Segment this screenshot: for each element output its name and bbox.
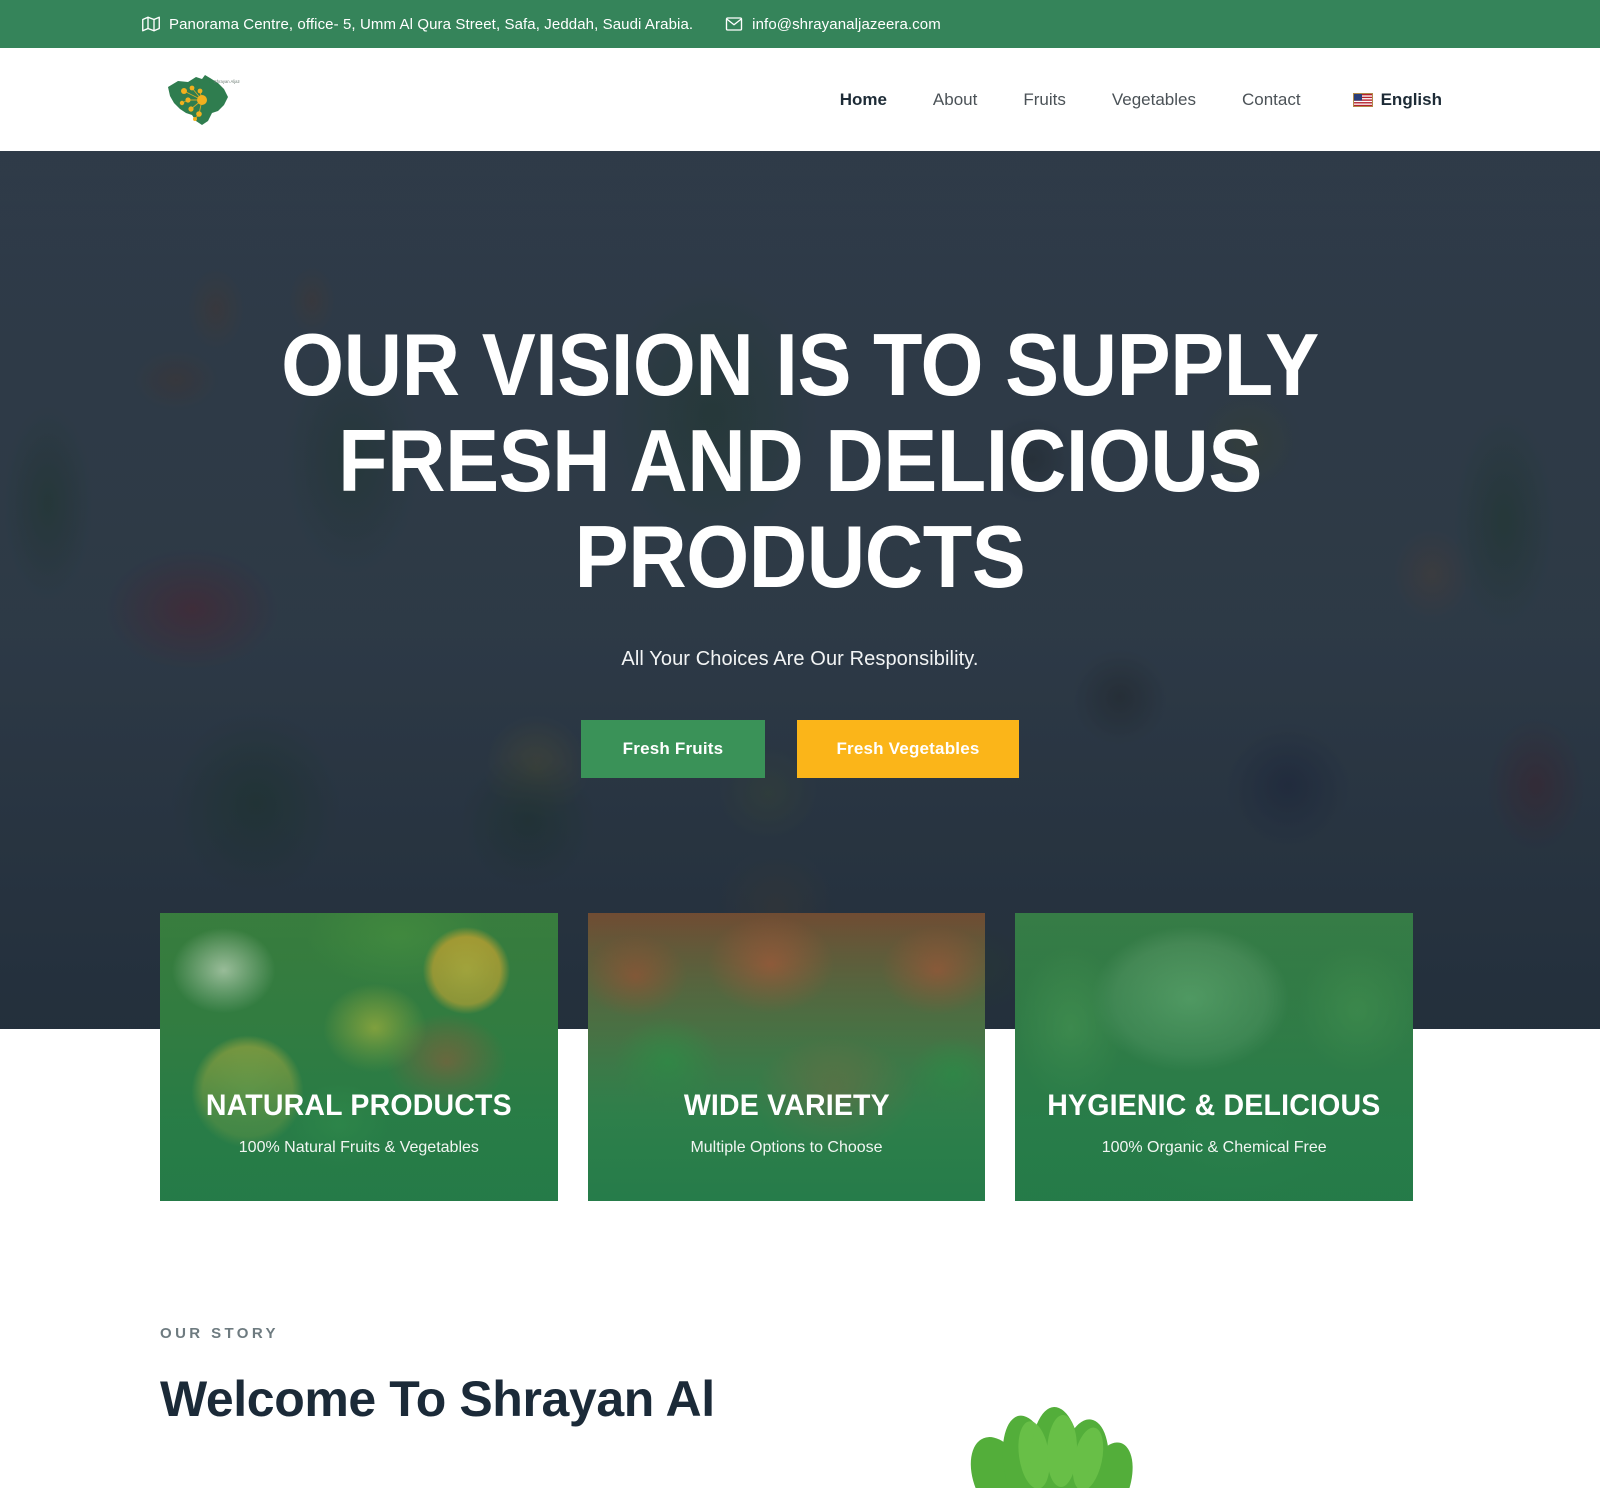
- svg-text:Shrayan Aljazeera: Shrayan Aljazeera: [214, 79, 240, 84]
- site-logo[interactable]: Shrayan Aljazeera: [158, 69, 240, 131]
- nav-item-about[interactable]: About: [933, 90, 977, 110]
- story-eyebrow: OUR STORY: [160, 1325, 279, 1342]
- hero-subtitle: All Your Choices Are Our Responsibility.: [621, 648, 979, 670]
- feature-card-hygienic-delicious[interactable]: HYGIENIC & DELICIOUS 100% Organic & Chem…: [1015, 913, 1414, 1201]
- hero-section: OUR VISION IS TO SUPPLY FRESH AND DELICI…: [0, 151, 1600, 1032]
- feature-card-subtitle: Multiple Options to Choose: [690, 1139, 883, 1156]
- map-icon: [142, 15, 160, 33]
- top-utility-bar: Panorama Centre, office- 5, Umm Al Qura …: [0, 0, 1600, 48]
- email-item[interactable]: info@shrayanaljazeera.com: [725, 15, 941, 33]
- nav-item-home[interactable]: Home: [840, 90, 887, 110]
- nav-item-vegetables[interactable]: Vegetables: [1112, 90, 1196, 110]
- email-text: info@shrayanaljazeera.com: [752, 15, 941, 33]
- site-header: Shrayan Aljazeera Home About Fruits Vege…: [0, 48, 1600, 151]
- envelope-icon: [725, 15, 743, 33]
- card-green-tint: [160, 913, 558, 1201]
- fresh-vegetables-button[interactable]: Fresh Vegetables: [797, 720, 1019, 778]
- language-selector[interactable]: English: [1352, 89, 1442, 110]
- hero-cta-group: Fresh Fruits Fresh Vegetables: [220, 720, 1380, 778]
- leafy-greens-photo: [930, 1359, 1230, 1488]
- feature-card-title: NATURAL PRODUCTS: [205, 1089, 512, 1122]
- story-title: Welcome To Shrayan Al: [160, 1371, 715, 1427]
- fresh-fruits-button[interactable]: Fresh Fruits: [581, 720, 765, 778]
- nav-item-fruits[interactable]: Fruits: [1023, 90, 1066, 110]
- feature-card-title: HYGIENIC & DELICIOUS: [1047, 1089, 1381, 1122]
- feature-card-subtitle: 100% Organic & Chemical Free: [1101, 1139, 1327, 1156]
- feature-card-natural-products[interactable]: NATURAL PRODUCTS 100% Natural Fruits & V…: [160, 913, 558, 1201]
- feature-cards: NATURAL PRODUCTS 100% Natural Fruits & V…: [160, 913, 1414, 1201]
- us-flag-icon: [1352, 92, 1373, 107]
- main-navigation: Home About Fruits Vegetables Contact Eng…: [840, 90, 1442, 110]
- hero-title: OUR VISION IS TO SUPPLY FRESH AND DELICI…: [281, 315, 1319, 606]
- feature-card-subtitle: 100% Natural Fruits & Vegetables: [238, 1139, 479, 1156]
- feature-card-wide-variety[interactable]: WIDE VARIETY Multiple Options to Choose: [587, 913, 986, 1201]
- address-item: Panorama Centre, office- 5, Umm Al Qura …: [142, 15, 693, 33]
- language-label: English: [1380, 89, 1442, 109]
- address-text: Panorama Centre, office- 5, Umm Al Qura …: [169, 15, 694, 33]
- card-green-tint: [1015, 913, 1414, 1201]
- feature-card-title: WIDE VARIETY: [683, 1089, 890, 1122]
- nav-item-contact[interactable]: Contact: [1242, 90, 1301, 110]
- card-green-tint: [587, 913, 986, 1201]
